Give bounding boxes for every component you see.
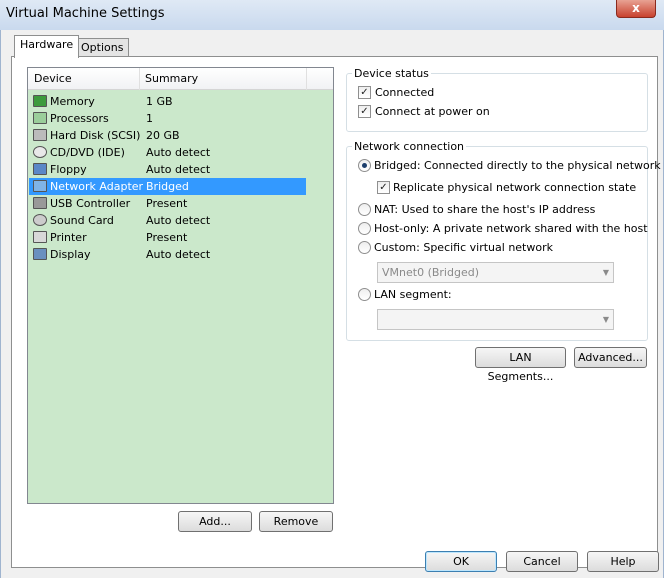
replicate-state-label: Replicate physical network connection st… <box>393 181 637 194</box>
connect-at-power-on-checkbox[interactable]: ✓ <box>358 105 371 118</box>
device-list-header: Device Summary <box>28 68 333 90</box>
chevron-down-icon: ▼ <box>602 268 609 277</box>
printer-icon <box>33 231 47 243</box>
connect-at-power-on-label: Connect at power on <box>375 105 490 118</box>
check-icon: ✓ <box>360 87 369 98</box>
advanced-button[interactable]: Advanced... <box>574 347 647 368</box>
tab-options[interactable]: Options <box>75 38 130 56</box>
device-row-printer[interactable]: Printer Present <box>29 229 306 246</box>
device-status-title: Device status <box>352 67 431 80</box>
device-row-hard-disk[interactable]: Hard Disk (SCSI) 20 GB <box>29 127 306 144</box>
lan-segments-button[interactable]: LAN Segments... <box>475 347 566 383</box>
close-icon: x <box>632 1 640 15</box>
device-status-group <box>346 73 648 132</box>
bridged-radio[interactable] <box>358 159 371 172</box>
processor-icon <box>33 112 47 124</box>
check-icon: ✓ <box>360 106 369 117</box>
network-connection-title: Network connection <box>352 140 467 153</box>
bridged-label: Bridged: Connected directly to the physi… <box>374 159 661 172</box>
nat-label: NAT: Used to share the host's IP address <box>374 203 596 216</box>
cancel-button[interactable]: Cancel <box>506 551 578 572</box>
hardware-panel: Device Summary Memory 1 GB Processors 1 … <box>11 56 661 568</box>
network-adapter-icon <box>33 180 47 192</box>
dialog-body: Hardware Options Device Summary Memory 1… <box>0 30 664 578</box>
device-row-processors[interactable]: Processors 1 <box>29 110 306 127</box>
check-icon: ✓ <box>379 182 388 193</box>
nat-radio[interactable] <box>358 203 371 216</box>
custom-network-dropdown[interactable]: VMnet0 (Bridged) ▼ <box>377 262 614 283</box>
device-row-cd-dvd[interactable]: CD/DVD (IDE) Auto detect <box>29 144 306 161</box>
replicate-state-checkbox[interactable]: ✓ <box>377 181 390 194</box>
display-icon <box>33 248 47 260</box>
custom-network-value: VMnet0 (Bridged) <box>382 266 479 279</box>
lan-segment-radio[interactable] <box>358 288 371 301</box>
remove-button[interactable]: Remove <box>259 511 333 532</box>
add-button[interactable]: Add... <box>178 511 252 532</box>
host-only-radio[interactable] <box>358 222 371 235</box>
help-button[interactable]: Help <box>587 551 659 572</box>
usb-icon <box>33 197 47 209</box>
custom-label: Custom: Specific virtual network <box>374 241 553 254</box>
device-list[interactable]: Device Summary Memory 1 GB Processors 1 … <box>27 67 334 504</box>
device-row-network-adapter[interactable]: Network Adapter Bridged <box>29 178 306 195</box>
tab-hardware-label: Hardware <box>20 38 74 51</box>
hard-disk-icon <box>33 129 47 141</box>
ok-button[interactable]: OK <box>425 551 497 572</box>
sound-card-icon <box>33 214 47 226</box>
memory-icon <box>33 95 47 107</box>
connected-checkbox[interactable]: ✓ <box>358 86 371 99</box>
column-device[interactable]: Device <box>34 72 72 85</box>
chevron-down-icon: ▼ <box>602 315 609 324</box>
device-row-sound-card[interactable]: Sound Card Auto detect <box>29 212 306 229</box>
tab-hardware[interactable]: Hardware <box>14 35 80 58</box>
lan-segment-dropdown[interactable]: ▼ <box>377 309 614 330</box>
title-bar: Virtual Machine Settings x <box>0 0 664 30</box>
connected-label: Connected <box>375 86 435 99</box>
device-row-memory[interactable]: Memory 1 GB <box>29 93 306 110</box>
column-summary[interactable]: Summary <box>145 72 198 85</box>
host-only-label: Host-only: A private network shared with… <box>374 222 648 235</box>
device-row-floppy[interactable]: Floppy Auto detect <box>29 161 306 178</box>
custom-radio[interactable] <box>358 241 371 254</box>
floppy-icon <box>33 163 47 175</box>
close-button[interactable]: x <box>616 0 656 18</box>
lan-segment-label: LAN segment: <box>374 288 452 301</box>
window-title: Virtual Machine Settings <box>6 6 165 21</box>
cd-dvd-icon <box>33 146 47 158</box>
device-row-usb-controller[interactable]: USB Controller Present <box>29 195 306 212</box>
tab-options-label: Options <box>81 41 124 54</box>
device-row-display[interactable]: Display Auto detect <box>29 246 306 263</box>
